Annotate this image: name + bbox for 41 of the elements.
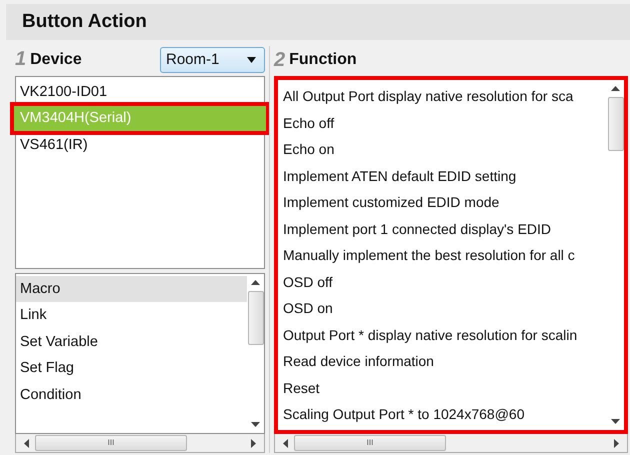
command-item[interactable]: Set Flag (16, 355, 247, 382)
function-item[interactable]: Read device information (278, 348, 607, 374)
section-heading: Device (30, 50, 83, 69)
function-item[interactable]: Implement customized EDID mode (278, 189, 607, 216)
scroll-up-icon (611, 86, 620, 91)
scroll-thumb[interactable]: III (294, 435, 446, 451)
scroll-right-icon (251, 438, 256, 448)
scroll-right-icon (614, 438, 619, 448)
scroll-left-icon (283, 438, 288, 448)
panel-title: Button Action (22, 11, 147, 33)
scroll-left-icon (24, 438, 29, 448)
scroll-thumb[interactable]: III (35, 435, 187, 452)
function-item[interactable]: All Output Port display native resolution for sca (278, 83, 607, 110)
scroll-up-icon (251, 280, 260, 285)
scroll-thumb[interactable] (248, 290, 264, 345)
function-item[interactable]: OSD off (278, 268, 607, 295)
scroll-down-icon (251, 422, 260, 428)
device-item[interactable]: VS461(IR) (16, 132, 264, 158)
function-item[interactable]: Output Port * display native resolution for scalin (278, 322, 607, 348)
function-item[interactable]: Reset (278, 374, 607, 401)
horizontal-scrollbar[interactable]: III (274, 434, 628, 453)
function-item[interactable]: Implement port 1 connected display's EDID (278, 216, 607, 242)
command-item[interactable]: Condition (16, 382, 247, 408)
step-number: 1 (15, 48, 26, 72)
dropdown-caret-icon (247, 56, 256, 63)
function-item[interactable]: Echo off (278, 110, 607, 136)
device-item[interactable]: VK2100-ID01 (16, 78, 264, 106)
section-heading: Function (289, 51, 358, 69)
function-item[interactable]: Implement ATEN default EDID setting (278, 162, 607, 189)
scroll-thumb[interactable] (608, 97, 624, 151)
function-item[interactable]: Scaling Output Port * to 1024x768@60 (278, 401, 607, 428)
function-item[interactable]: Manually implement the best resolution for all c (278, 242, 607, 268)
scroll-down-icon (611, 419, 620, 424)
function-item[interactable]: Echo on (278, 136, 607, 162)
command-item[interactable]: Link (16, 302, 247, 329)
command-item[interactable]: Set Variable (16, 328, 247, 356)
room-dropdown[interactable]: Room-1 (160, 46, 265, 73)
function-item[interactable]: OSD on (278, 295, 607, 322)
horizontal-scrollbar[interactable]: III (15, 434, 265, 453)
command-item[interactable]: Macro (16, 276, 247, 302)
step-number: 2 (274, 48, 286, 72)
